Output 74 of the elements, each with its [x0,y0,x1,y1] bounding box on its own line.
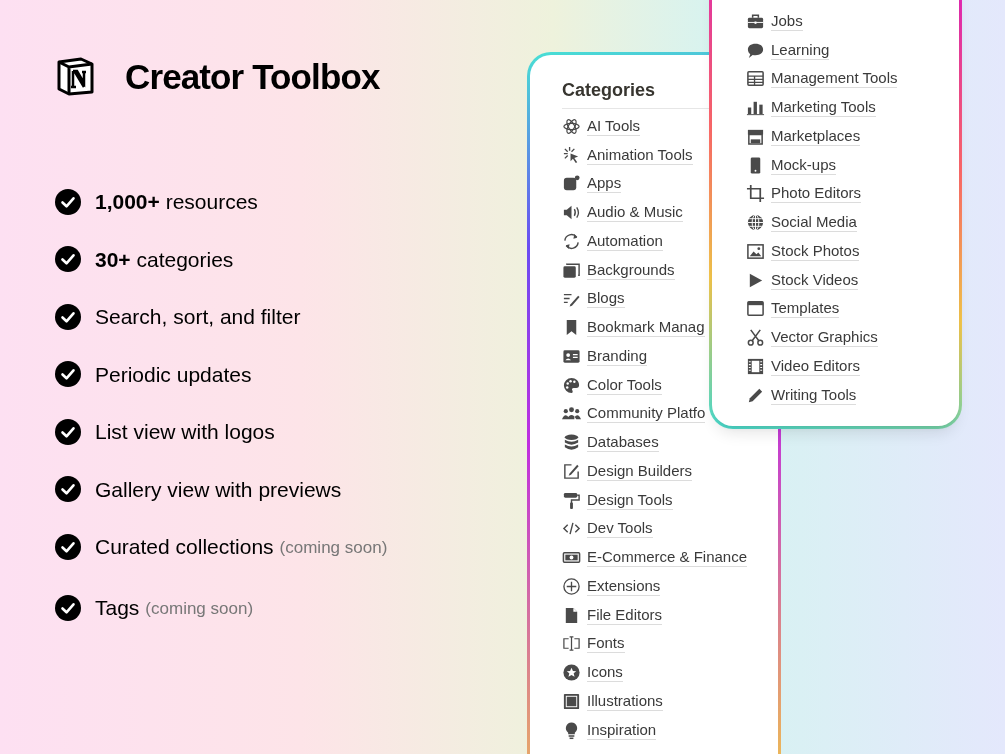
category-link[interactable]: Design Builders [587,461,693,481]
edit-icon [562,461,581,481]
category-link[interactable]: Blogs [587,289,625,309]
logo-icon [55,56,95,96]
category-link[interactable]: Stock Photos [771,241,860,261]
check-circle-icon [55,594,81,621]
category-link[interactable]: Design Tools [587,490,673,510]
feature-text: Periodic updates [95,361,252,388]
note-text: (coming soon) [145,597,254,620]
category-link[interactable]: Apps [587,174,622,194]
globe-icon [746,213,765,233]
note-text: (coming soon) [279,537,388,559]
category-link[interactable]: Dev Tools [587,519,653,539]
feature-text: Tags [95,594,140,621]
category-link[interactable]: Databases [587,433,659,453]
frame-icon [562,691,581,711]
palette-icon [562,375,581,395]
text-cursor-icon [562,634,581,654]
category-link[interactable]: Inspiration [587,720,657,740]
database-icon [562,433,581,453]
cursor-click-icon [562,145,581,165]
category-link[interactable]: Extensions [587,576,661,596]
category-link[interactable]: Management Tools [771,69,898,89]
check-circle-icon [55,418,81,445]
category-link[interactable]: Icons [587,663,623,683]
page-title: Creator Toolbox [125,58,380,94]
category-link[interactable]: Bookmark Manag [587,318,705,338]
category-link[interactable]: Animation Tools [587,145,693,165]
category-link[interactable]: Writing Tools [771,385,857,405]
category-link[interactable]: Marketing Tools [771,98,876,118]
category-link[interactable]: Learning [771,40,830,60]
feature-text: Search, sort, and filter [95,304,301,330]
category-link[interactable]: Templates [771,299,840,319]
check-circle-icon [55,533,81,560]
film-icon [746,356,765,376]
check-circle-icon [55,361,81,388]
feature-text: List view with logos [95,419,275,445]
category-link[interactable]: Photo Editors [771,184,862,204]
table-icon [746,69,765,89]
feature-text: Gallery view with previews [95,476,342,503]
category-link[interactable]: AI Tools [587,116,641,136]
atom-icon [562,116,581,136]
image-icon [746,241,765,261]
check-circle-icon [55,476,81,503]
category-link[interactable]: E-Commerce & Finance [587,548,748,568]
scissors-icon [746,328,765,348]
category-link[interactable]: Stock Videos [771,270,859,290]
category-link[interactable]: Illustrations [587,691,663,711]
crop-icon [746,184,765,204]
browser-window-icon [746,299,765,319]
category-link[interactable]: Social Media [771,213,857,233]
paint-roller-icon [562,490,581,510]
category-link[interactable]: Community Platfo [587,404,706,424]
category-link[interactable]: Video Editors [771,356,860,376]
check-circle-icon [55,188,81,215]
category-link[interactable]: File Editors [587,605,663,625]
category-link[interactable]: Color Tools [587,375,662,395]
category-link[interactable]: Automation [587,231,663,251]
category-link[interactable]: Mock-ups [771,155,837,175]
feature-text: 1,000+ resources [95,189,258,215]
category-link[interactable]: Backgrounds [587,260,675,280]
category-link[interactable]: Vector Graphics [771,328,878,348]
category-link[interactable]: Branding [587,346,648,366]
category-link[interactable]: Jobs [771,11,803,31]
category-link[interactable]: Fonts [587,634,625,654]
check-circle-icon [55,246,81,273]
plus-circle-icon [562,576,581,596]
refresh-icon [562,231,581,251]
check-circle-icon [55,303,81,330]
star-circle-icon [562,663,581,683]
category-link[interactable]: Audio & Music [587,203,683,223]
category-link[interactable]: Marketplaces [771,126,861,146]
feature-text: Curated collections [95,534,274,560]
feature-text: 30+ categories [95,246,234,273]
